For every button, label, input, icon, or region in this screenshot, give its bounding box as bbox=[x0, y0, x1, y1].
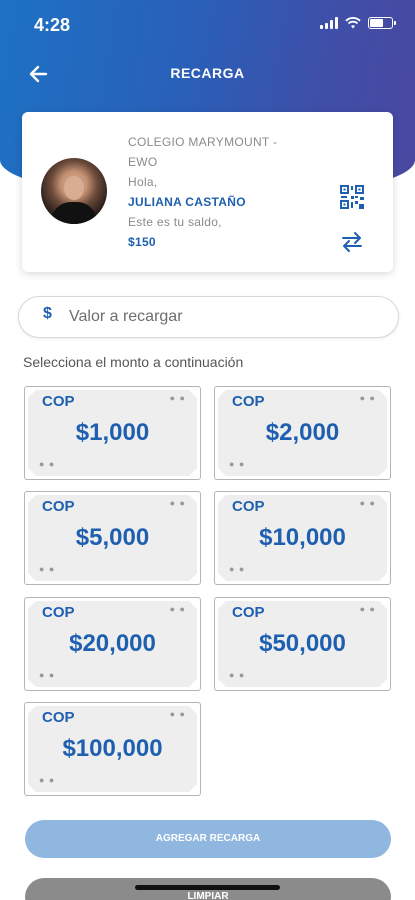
dollar-icon: $ bbox=[43, 305, 52, 322]
add-recharge-button[interactable]: AGREGAR RECARGA bbox=[25, 820, 391, 858]
balance-value: $150 bbox=[128, 235, 156, 249]
status-icons bbox=[320, 17, 396, 29]
profile-info: COLEGIO MARYMOUNT - EWO Hola, JULIANA CA… bbox=[128, 132, 298, 252]
home-indicator bbox=[135, 885, 280, 890]
bill-amount: $5,000 bbox=[75, 524, 150, 551]
bill-option-5000[interactable]: ● ● ● ● COP $5,000 bbox=[24, 491, 201, 585]
balance-label: Este es tu saldo, bbox=[128, 215, 222, 229]
page-title: RECARGA bbox=[170, 65, 245, 81]
amount-input[interactable] bbox=[69, 305, 369, 329]
bill-amount: $100,000 bbox=[62, 735, 163, 762]
amount-field[interactable]: $ bbox=[18, 296, 399, 338]
greeting: Hola, bbox=[128, 175, 158, 189]
nav-bar: RECARGA bbox=[0, 55, 415, 93]
bill-option-50000[interactable]: ● ● ● ● COP $50,000 bbox=[214, 597, 391, 691]
cellular-signal-icon bbox=[320, 17, 338, 29]
bill-amount: $10,000 bbox=[259, 524, 346, 551]
bill-currency: COP bbox=[232, 393, 265, 410]
profile-card: COLEGIO MARYMOUNT - EWO Hola, JULIANA CA… bbox=[22, 112, 393, 272]
bill-option-2000[interactable]: ● ● ● ● COP $2,000 bbox=[214, 386, 391, 480]
bill-amount: $50,000 bbox=[259, 630, 346, 657]
bill-currency: COP bbox=[42, 393, 75, 410]
bill-currency: COP bbox=[232, 498, 265, 515]
bill-option-100000[interactable]: ● ● ● ● COP $100,000 bbox=[24, 702, 201, 796]
bill-currency: COP bbox=[42, 498, 75, 515]
bill-option-10000[interactable]: ● ● ● ● COP $10,000 bbox=[214, 491, 391, 585]
bill-amount: $2,000 bbox=[265, 419, 340, 446]
school-name: COLEGIO MARYMOUNT - EWO bbox=[128, 135, 278, 169]
bill-amount: $20,000 bbox=[69, 630, 156, 657]
status-bar: 4:28 bbox=[0, 0, 415, 50]
bill-currency: COP bbox=[42, 604, 75, 621]
bill-amount: $1,000 bbox=[75, 419, 150, 446]
wifi-icon bbox=[345, 17, 361, 29]
status-time: 4:28 bbox=[34, 15, 71, 35]
user-name: JULIANA CASTAÑO bbox=[128, 195, 246, 209]
bill-currency: COP bbox=[232, 604, 265, 621]
section-label: Selecciona el monto a continuación bbox=[23, 354, 244, 370]
bill-option-20000[interactable]: ● ● ● ● COP $20,000 bbox=[24, 597, 201, 691]
bill-option-1000[interactable]: ● ● ● ● COP $1,000 bbox=[24, 386, 201, 480]
qr-code-icon[interactable] bbox=[339, 184, 365, 210]
battery-icon bbox=[368, 17, 396, 29]
transfer-arrows-icon[interactable] bbox=[340, 230, 364, 254]
avatar bbox=[41, 158, 107, 224]
bill-currency: COP bbox=[42, 709, 75, 726]
